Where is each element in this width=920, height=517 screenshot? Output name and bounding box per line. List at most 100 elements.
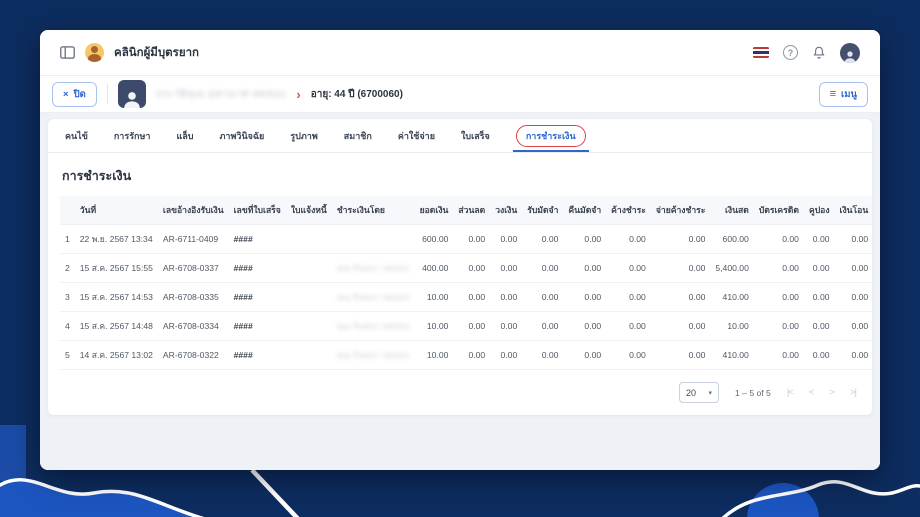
tab-1[interactable]: คนไข้: [52, 119, 101, 152]
cell-amount: 10.00: [414, 340, 454, 370]
menu-button-label: เมนู: [840, 88, 857, 100]
user-avatar[interactable]: [840, 42, 860, 63]
cell-coupon: 0.00: [803, 282, 835, 312]
notifications-bell-icon[interactable]: [812, 45, 826, 60]
table-row[interactable]: 3 15 ส.ค. 2567 14:53 AR-6708-0335 #### คุณ จ…: [60, 282, 872, 312]
cell-credit: 0.00: [490, 253, 523, 283]
table-row[interactable]: 4 15 ส.ค. 2567 14:48 AR-6708-0334 #### คุณ จ…: [60, 311, 872, 341]
cell-deposit_out: 0.00: [563, 311, 607, 341]
tab-label: การชำระเงิน: [515, 124, 586, 147]
tab-2[interactable]: การรักษา: [101, 119, 164, 152]
tab-label: ใบเสร็จ: [461, 130, 490, 141]
cell-discount: 0.00: [453, 224, 491, 254]
chevron-right-icon: ›: [296, 86, 301, 102]
table-row[interactable]: 1 22 พ.ย. 2567 13:34 AR-6711-0409 #### 600.0…: [60, 224, 872, 254]
cell-receipt_no: ####: [228, 340, 286, 370]
rows-per-page-select[interactable]: 20 ▾: [679, 382, 719, 403]
cell-cash: 5,400.00: [710, 253, 754, 283]
desktop-background: คลินิกผู้มีบุตรยาก ? × ปิด ประวัติคุณ จุ…: [0, 0, 920, 517]
cell-amount: 600.00: [414, 224, 454, 254]
cell-transfer: 0.00: [834, 282, 872, 312]
cell-due: 0.00: [606, 340, 651, 370]
patient-record-panel: คนไข้ การรักษา แล็บ ภาพวินิจฉัย รูปภาพ สมาชิก…: [48, 119, 872, 415]
cell-card: 0.00: [753, 311, 804, 341]
tab-label: แล็บ: [176, 130, 194, 141]
app-bar-right: ?: [753, 42, 860, 63]
pagination: 20 ▾ 1 – 5 of 5 |< < > >|: [60, 382, 860, 403]
cell-num: 4: [60, 311, 75, 341]
cell-due: 0.00: [606, 311, 651, 341]
section-title: การชำระเงิน: [62, 169, 132, 183]
window-body: คนไข้ การรักษา แล็บ ภาพวินิจฉัย รูปภาพ สมาชิก…: [40, 113, 880, 470]
cell-cash: 410.00: [710, 282, 754, 312]
cell-due_paid: 0.00: [650, 282, 711, 312]
sidebar-toggle-icon[interactable]: [60, 46, 75, 59]
app-window: คลินิกผู้มีบุตรยาก ? × ปิด ประวัติคุณ จุ…: [40, 30, 880, 470]
tab-3[interactable]: แล็บ: [163, 119, 206, 152]
cell-coupon: 0.00: [803, 224, 835, 254]
cell-credit: 0.00: [490, 311, 523, 341]
close-button[interactable]: × ปิด: [52, 81, 97, 107]
prev-page-icon[interactable]: <: [809, 387, 814, 398]
tab-8[interactable]: ใบเสร็จ: [448, 119, 503, 152]
tab-9[interactable]: การชำระเงิน: [503, 119, 599, 152]
patient-avatar: [117, 80, 146, 108]
column-header-cash: เงินสด: [710, 196, 754, 225]
cell-discount: 0.00: [453, 282, 491, 312]
cell-credit: 0.00: [490, 282, 523, 312]
cell-date: 15 ส.ค. 2567 14:48: [74, 311, 158, 341]
cell-deposit_out: 0.00: [563, 282, 607, 312]
redacted-payer-text: คุณ จินตนา ทดสอบ: [336, 263, 410, 273]
column-header-card: บัตรเครดิต: [753, 196, 804, 225]
tab-6[interactable]: สมาชิก: [331, 119, 385, 152]
column-header-deposit_out: คืนมัดจำ: [563, 196, 607, 225]
cell-payer: [331, 224, 415, 254]
cell-cash: 410.00: [710, 340, 754, 370]
cell-ref: AR-6708-0337: [157, 253, 229, 283]
app-title: คลินิกผู้มีบุตรยาก: [114, 46, 199, 59]
tab-label: สมาชิก: [343, 130, 372, 141]
column-header-discount: ส่วนลด: [453, 196, 491, 225]
cell-due_paid: 0.00: [650, 311, 711, 341]
tab-7[interactable]: ค่าใช้จ่าย: [385, 119, 448, 152]
redacted-payer-text: คุณ จินตนา ทดสอบ: [336, 321, 410, 331]
cell-card: 0.00: [753, 282, 804, 312]
cell-receipt_no: ####: [228, 282, 286, 312]
first-page-icon[interactable]: |<: [787, 387, 794, 398]
tab-label: รูปภาพ: [290, 130, 318, 141]
cell-deposit_in: 0.00: [522, 282, 564, 312]
app-bar: คลินิกผู้มีบุตรยาก ?: [40, 30, 880, 76]
cell-date: 15 ส.ค. 2567 14:53: [74, 282, 158, 312]
cell-ref: AR-6708-0322: [157, 340, 229, 370]
tab-label: ภาพวินิจฉัย: [219, 130, 265, 141]
cell-deposit_in: 0.00: [522, 224, 564, 254]
cell-ref: AR-6711-0409: [157, 224, 229, 254]
cell-receipt_no: ####: [228, 311, 286, 341]
patient-age-text: อายุ: 44 ปี (6700060): [310, 88, 403, 100]
cell-invoice: [285, 224, 332, 254]
column-header-due: ค้างชำระ: [606, 196, 651, 225]
cell-credit: 0.00: [490, 340, 523, 370]
last-page-icon[interactable]: >|: [850, 387, 857, 398]
table-row[interactable]: 5 14 ส.ค. 2567 13:02 AR-6708-0322 #### คุณ จ…: [60, 340, 872, 370]
help-icon[interactable]: ?: [783, 45, 798, 60]
tab-5[interactable]: รูปภาพ: [277, 119, 330, 152]
column-header-ref: เลขอ้างอิงรับเงิน: [157, 196, 229, 225]
table-row[interactable]: 2 15 ส.ค. 2567 15:55 AR-6708-0337 #### คุณ จ…: [60, 253, 872, 283]
tab-4[interactable]: ภาพวินิจฉัย: [207, 119, 278, 152]
cell-num: 3: [60, 282, 75, 312]
language-flag-icon[interactable]: [753, 47, 769, 58]
patient-bar: × ปิด ประวัติคุณ จุฑามาศ ทดสอบ › อายุ: 4…: [40, 76, 880, 113]
menu-button[interactable]: ≡ เมนู: [818, 81, 868, 107]
cell-coupon: 0.00: [803, 340, 835, 370]
cell-num: 2: [60, 253, 75, 283]
cell-payer: คุณ จินตนา ทดสอบ: [331, 340, 415, 370]
clinic-avatar: [85, 43, 104, 62]
cell-ref: AR-6708-0335: [157, 282, 229, 312]
cell-coupon: 0.00: [803, 311, 835, 341]
next-page-icon[interactable]: >: [829, 387, 834, 398]
cell-card: 0.00: [753, 340, 804, 370]
column-header-deposit_in: รับมัดจำ: [522, 196, 564, 225]
column-header-credit: วงเงิน: [490, 196, 523, 225]
cell-receipt_no: ####: [228, 224, 286, 254]
